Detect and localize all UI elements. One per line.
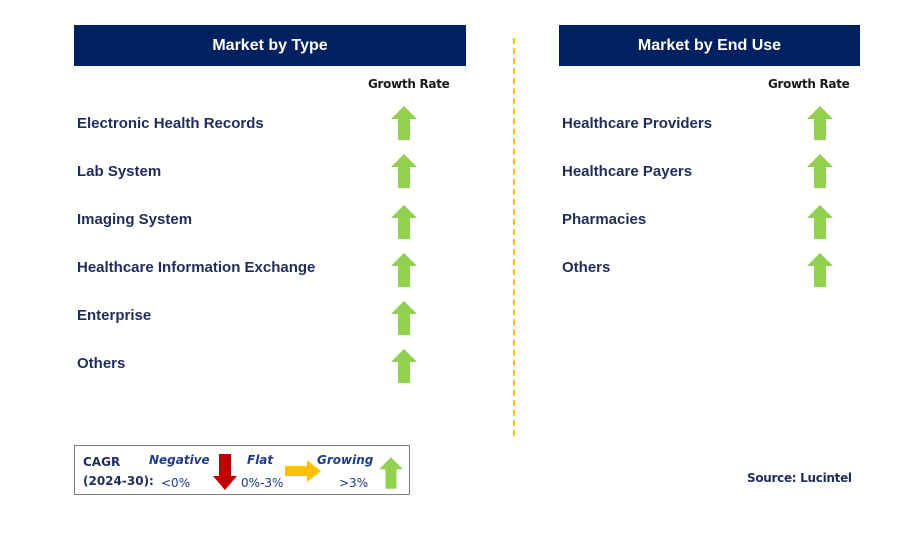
market-by-end-use-header: Market by End Use [559, 25, 860, 66]
end-use-item-others: Others [562, 259, 611, 276]
arrow-up-green-icon [391, 106, 417, 140]
legend-cagr-label: CAGR [83, 455, 121, 469]
arrow-up-green-icon [391, 154, 417, 188]
arrow-down-red-icon [213, 454, 237, 490]
source-label: Source: Lucintel [747, 471, 852, 485]
legend-negative-range: <0% [161, 476, 191, 490]
legend-negative-label: Negative [149, 453, 210, 467]
arrow-up-green-icon [807, 106, 833, 140]
legend-flat-range: 0%-3% [241, 476, 284, 490]
arrow-up-green-icon [391, 301, 417, 335]
end-use-item-pharmacies: Pharmacies [562, 211, 647, 228]
arrow-up-green-icon [379, 457, 403, 489]
panel-divider [513, 38, 515, 436]
cagr-legend: CAGR (2024-30): Negative <0% Flat 0%-3% … [74, 445, 410, 495]
arrow-up-green-icon [391, 349, 417, 383]
growth-rate-label-left: Growth Rate [368, 77, 450, 91]
legend-period: (2024-30): [83, 474, 154, 488]
market-by-type-header: Market by Type [74, 25, 466, 66]
type-item-lab-system: Lab System [77, 163, 162, 180]
end-use-item-providers: Healthcare Providers [562, 115, 713, 132]
arrow-right-yellow-icon [285, 460, 321, 482]
market-by-type-title: Market by Type [212, 36, 328, 54]
arrow-up-green-icon [807, 253, 833, 287]
arrow-up-green-icon [391, 253, 417, 287]
growth-rate-label-right: Growth Rate [768, 77, 850, 91]
arrow-up-green-icon [807, 154, 833, 188]
arrow-up-green-icon [807, 205, 833, 239]
type-item-hie: Healthcare Information Exchange [77, 259, 316, 276]
arrow-up-green-icon [391, 205, 417, 239]
legend-growing-label: Growing [317, 453, 374, 467]
end-use-item-payers: Healthcare Payers [562, 163, 693, 180]
type-item-imaging-system: Imaging System [77, 211, 193, 228]
market-by-end-use-title: Market by End Use [637, 36, 782, 54]
legend-growing-range: >3% [339, 476, 369, 490]
type-item-ehr: Electronic Health Records [77, 115, 264, 132]
legend-flat-label: Flat [247, 453, 274, 467]
type-item-others: Others [77, 355, 126, 372]
type-item-enterprise: Enterprise [77, 307, 152, 324]
